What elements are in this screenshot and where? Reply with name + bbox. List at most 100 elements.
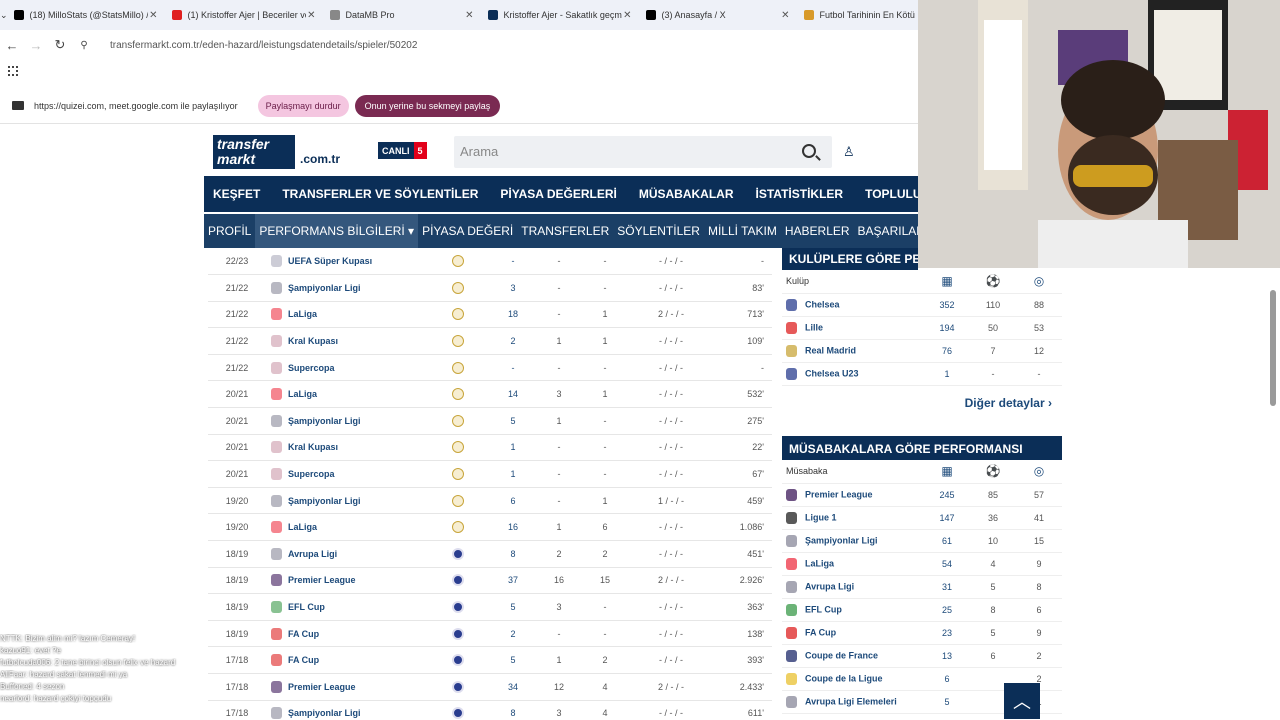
appearances-cell[interactable]: 18 (490, 301, 536, 329)
appearances-cell[interactable]: 3 (490, 274, 536, 302)
stats-name-link[interactable]: Avrupa Ligi (805, 581, 854, 591)
stats-apps-cell[interactable]: 54 (924, 552, 970, 576)
stats-name-link[interactable]: Lille (805, 322, 823, 332)
appearances-cell[interactable]: - (490, 354, 536, 382)
appearances-cell[interactable]: 1 (490, 460, 536, 488)
transfermarkt-logo[interactable]: transfer markt (213, 135, 295, 169)
back-icon[interactable]: ← (0, 38, 24, 53)
stats-name-link[interactable]: FA Cup (805, 627, 836, 637)
more-details-link[interactable]: Diğer detaylar › (782, 386, 1062, 420)
real-madrid-crest-icon[interactable] (452, 361, 464, 374)
tab-list-dropdown[interactable]: ⌄ (0, 10, 8, 21)
competition-link[interactable]: FA Cup (286, 620, 426, 648)
main-nav-item[interactable]: PİYASA DEĞERLERİ (500, 187, 616, 201)
real-madrid-crest-icon[interactable] (452, 468, 464, 481)
competition-link[interactable]: UEFA Süper Kupası (286, 248, 426, 276)
stats-name-link[interactable]: Ligue 1 (805, 512, 837, 522)
browser-tab[interactable]: (3) Anasayfa / X ✕ (640, 2, 798, 28)
competition-link[interactable]: Supercopa (286, 460, 426, 488)
appearances-cell[interactable]: 14 (490, 380, 536, 409)
site-info-icon[interactable]: ⚲ (72, 40, 96, 51)
close-tab-icon[interactable]: ✕ (623, 10, 631, 21)
main-nav-item[interactable]: TRANSFERLER VE SÖYLENTİLER (282, 187, 478, 201)
chelsea-crest-icon[interactable] (452, 601, 464, 614)
sub-nav-item[interactable]: HABERLER (781, 214, 854, 248)
chelsea-crest-icon[interactable] (452, 654, 464, 667)
real-madrid-crest-icon[interactable] (452, 521, 464, 534)
appearances-cell[interactable]: 5 (490, 646, 536, 674)
chelsea-crest-icon[interactable] (452, 574, 464, 587)
main-nav-item[interactable]: TOPLULUK (865, 187, 918, 201)
appearances-cell[interactable]: 2 (490, 327, 536, 355)
sub-nav-item[interactable]: PERFORMANS BİLGİLERİ ▾ (255, 214, 419, 248)
search-input[interactable]: Arama (454, 136, 832, 168)
appearances-cell[interactable]: 6 (490, 487, 536, 515)
real-madrid-crest-icon[interactable] (452, 494, 464, 507)
main-nav-item[interactable]: KEŞFET (213, 187, 260, 201)
competition-link[interactable]: Kral Kupası (286, 434, 426, 462)
stats-name-link[interactable]: Chelsea (805, 299, 840, 309)
chelsea-crest-icon[interactable] (452, 707, 464, 720)
sub-nav-item[interactable]: MİLLİ TAKIM (704, 214, 781, 248)
sub-nav-item[interactable]: PİYASA DEĞERİ (418, 214, 517, 248)
real-madrid-crest-icon[interactable] (452, 308, 464, 321)
competition-link[interactable]: Supercopa (286, 354, 426, 382)
competition-link[interactable]: LaLiga (286, 301, 426, 329)
url-input[interactable]: transfermarkt.com.tr/eden-hazard/leistun… (110, 40, 417, 51)
appearances-cell[interactable]: 37 (490, 567, 536, 595)
stats-apps-cell[interactable]: 245 (924, 483, 970, 507)
stats-apps-cell[interactable]: 23 (924, 621, 970, 645)
competition-link[interactable]: Premier League (286, 673, 426, 701)
user-login-icon[interactable]: ♙ (843, 144, 855, 160)
chelsea-crest-icon[interactable] (452, 547, 464, 560)
close-tab-icon[interactable]: ✕ (149, 10, 157, 21)
stats-name-link[interactable]: Premier League (805, 489, 873, 499)
close-tab-icon[interactable]: ✕ (781, 10, 789, 21)
browser-tab[interactable]: (18) MilloStats (@StatsMillo) / X ✕ (8, 2, 166, 28)
competition-link[interactable]: Avrupa Ligi (286, 540, 426, 568)
competition-link[interactable]: Premier League (286, 567, 426, 595)
real-madrid-crest-icon[interactable] (452, 335, 464, 348)
stats-apps-cell[interactable]: 147 (924, 506, 970, 530)
sub-nav-item[interactable]: TRANSFERLER (517, 214, 613, 248)
stats-name-link[interactable]: Coupe de France (805, 650, 878, 660)
appearances-cell[interactable]: 8 (490, 540, 536, 568)
competition-link[interactable]: EFL Cup (286, 593, 426, 621)
page-scrollbar[interactable] (1270, 290, 1276, 406)
share-this-tab-button[interactable]: Onun yerine bu sekmeyi paylaş (354, 94, 501, 117)
stats-apps-cell[interactable]: 194 (924, 316, 970, 340)
chelsea-crest-icon[interactable] (452, 680, 464, 693)
appearances-cell[interactable]: 34 (490, 673, 536, 701)
stats-name-link[interactable]: Şampiyonlar Ligi (805, 535, 878, 545)
sub-nav-item[interactable]: BAŞARILAR (854, 214, 918, 248)
appearances-cell[interactable]: - (490, 248, 536, 276)
real-madrid-crest-icon[interactable] (452, 414, 464, 427)
browser-tab[interactable]: DataMB Pro ✕ (324, 2, 482, 28)
browser-tab[interactable]: (1) Kristoffer Ajer | Beceriler ve İ ✕ (166, 2, 324, 28)
competition-link[interactable]: Şampiyonlar Ligi (286, 487, 426, 515)
domain-selector[interactable]: .com.tr (300, 152, 340, 166)
sub-nav-item[interactable]: SÖYLENTİLER (613, 214, 704, 248)
search-icon[interactable] (802, 144, 816, 158)
scroll-to-top-button[interactable]: ︿ (1004, 683, 1040, 719)
main-nav-item[interactable]: MÜSABAKALAR (639, 187, 734, 201)
stop-sharing-button[interactable]: Paylaşmayı durdur (257, 94, 349, 117)
competition-link[interactable]: Kral Kupası (286, 327, 426, 355)
competition-link[interactable]: Şampiyonlar Ligi (286, 700, 426, 720)
appearances-cell[interactable]: 2 (490, 620, 536, 648)
stats-apps-cell[interactable]: 76 (924, 339, 970, 363)
stats-apps-cell[interactable]: 6 (924, 667, 970, 691)
stats-apps-cell[interactable]: 13 (924, 644, 970, 668)
stats-apps-cell[interactable]: 1 (924, 362, 970, 386)
stats-name-link[interactable]: LaLiga (805, 558, 834, 568)
real-madrid-crest-icon[interactable] (452, 441, 464, 454)
appearances-cell[interactable]: 5 (490, 407, 536, 435)
stats-name-link[interactable]: Real Madrid (805, 345, 856, 355)
competition-link[interactable]: Şampiyonlar Ligi (286, 407, 426, 435)
stats-name-link[interactable]: Coupe de la Ligue (805, 673, 883, 683)
reload-icon[interactable]: ↻ (48, 37, 72, 53)
appearances-cell[interactable]: 1 (490, 434, 536, 462)
browser-tab[interactable]: Kristoffer Ajer - Sakatlık geçmişi ✕ (482, 2, 640, 28)
competition-link[interactable]: LaLiga (286, 513, 426, 542)
stats-apps-cell[interactable]: 61 (924, 529, 970, 553)
